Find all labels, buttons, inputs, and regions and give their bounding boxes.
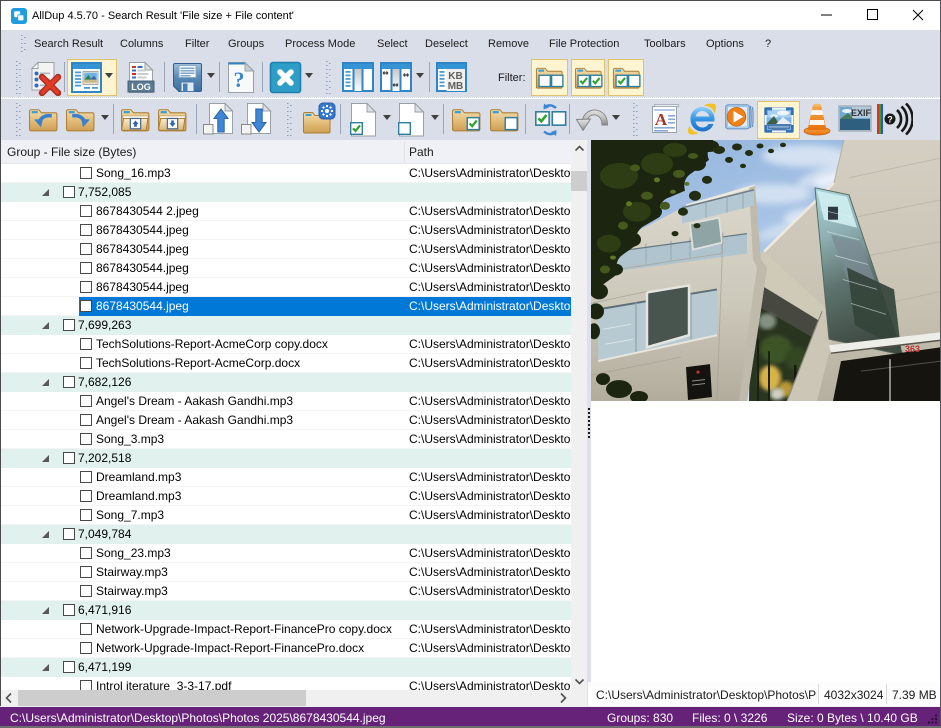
- svg-text:LOG: LOG: [131, 82, 151, 92]
- svg-text:363: 363: [905, 344, 920, 354]
- svg-text:?: ?: [887, 115, 893, 125]
- svg-text:A: A: [655, 110, 668, 129]
- svg-text:MB: MB: [448, 81, 464, 92]
- svg-text:EXIF: EXIF: [851, 108, 872, 118]
- svg-text:?: ?: [234, 67, 245, 92]
